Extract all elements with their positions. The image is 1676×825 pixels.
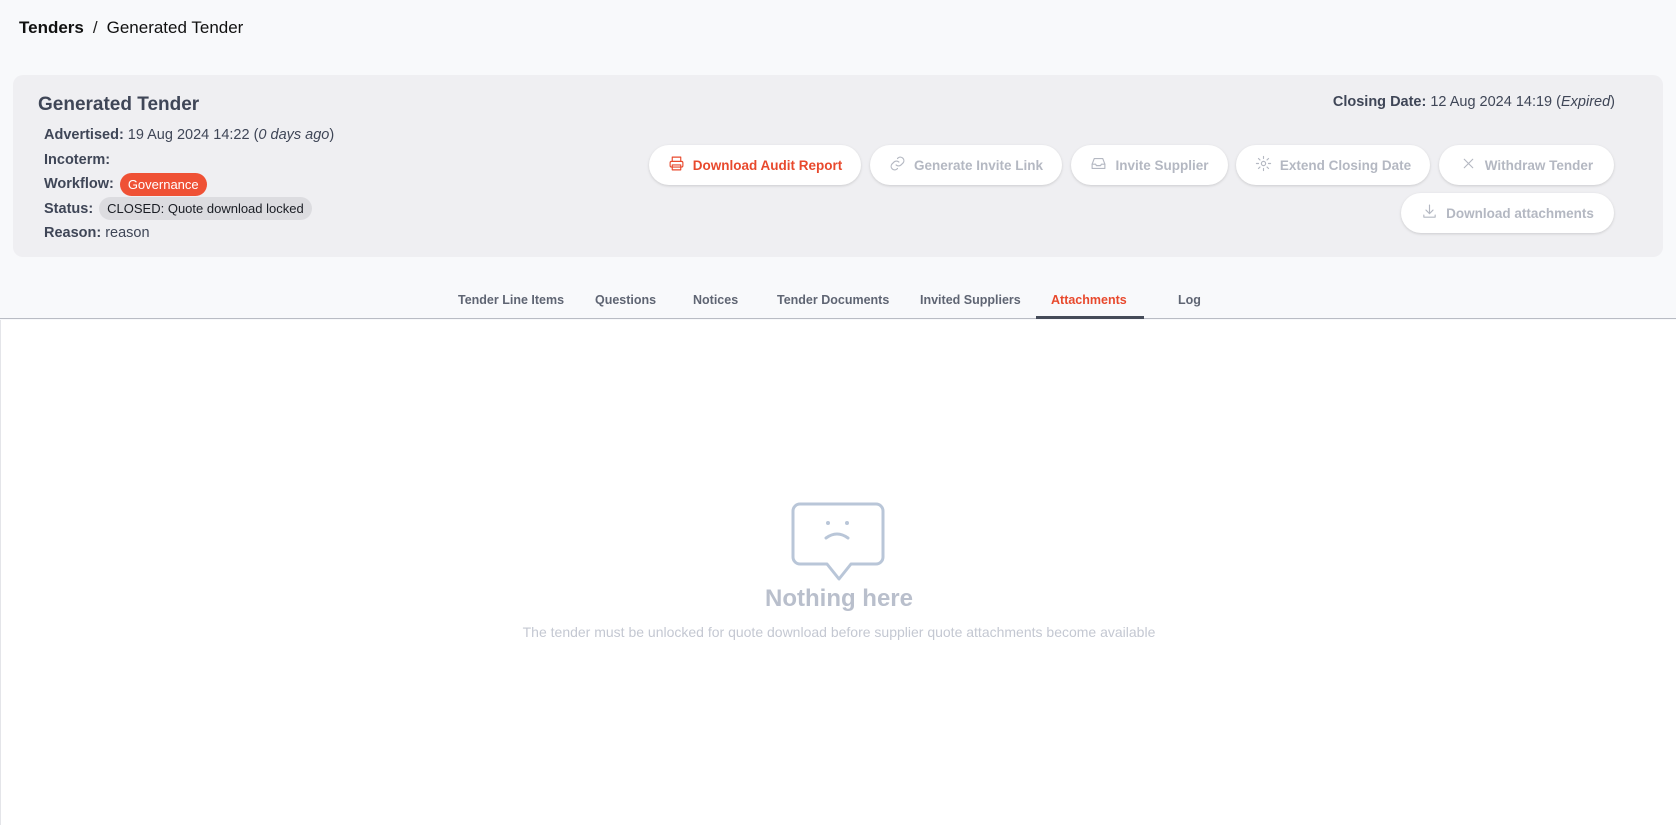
withdraw-tender-button[interactable]: Withdraw Tender (1439, 145, 1614, 185)
reason-value: reason (105, 225, 150, 242)
tender-meta: Advertised: 19 Aug 2024 14:22 (0 days ag… (44, 123, 334, 246)
download-attachments-button[interactable]: Download attachments (1401, 193, 1614, 233)
workflow-row: Workflow: Governance (44, 172, 334, 197)
gear-icon (1255, 155, 1272, 175)
invite-supplier-label: Invite Supplier (1115, 157, 1209, 173)
closing-date: Closing Date: 12 Aug 2024 14:19 (Expired… (1333, 94, 1615, 110)
breadcrumb-separator: / (92, 18, 98, 37)
incoterm-label: Incoterm: (44, 151, 111, 168)
workflow-badge: Governance (119, 172, 207, 196)
tab-log[interactable]: Log (1178, 293, 1201, 307)
generate-invite-link-button[interactable]: Generate Invite Link (870, 145, 1062, 185)
closing-date-expired: Expired (1560, 94, 1611, 110)
extend-closing-date-button[interactable]: Extend Closing Date (1236, 145, 1430, 185)
closing-date-close-paren: ) (1610, 94, 1615, 110)
download-icon (1421, 203, 1438, 223)
page-title: Generated Tender (38, 94, 200, 115)
sad-chat-bubble-icon (790, 501, 886, 581)
download-attachments-label: Download attachments (1446, 205, 1594, 221)
tab-tender-documents[interactable]: Tender Documents (777, 293, 889, 307)
empty-state-description: The tender must be unlocked for quote do… (522, 624, 1156, 640)
tab-notices[interactable]: Notices (693, 293, 738, 307)
invite-supplier-button[interactable]: Invite Supplier (1071, 145, 1228, 185)
reason-row: Reason: reason (44, 221, 334, 246)
tab-questions[interactable]: Questions (595, 293, 656, 307)
extend-closing-date-label: Extend Closing Date (1279, 157, 1412, 173)
tab-bar: Tender Line Items Questions Notices Tend… (0, 280, 1676, 319)
status-badge: CLOSED: Quote download locked (99, 197, 312, 221)
download-audit-report-button[interactable]: Download Audit Report (649, 145, 861, 185)
status-label: Status: (44, 200, 94, 217)
active-tab-indicator (1036, 316, 1144, 319)
reason-label: Reason: (44, 225, 102, 242)
generate-invite-link-label: Generate Invite Link (913, 157, 1044, 173)
closing-date-label: Closing Date: (1332, 94, 1427, 110)
withdraw-tender-label: Withdraw Tender (1484, 157, 1594, 173)
close-icon (1460, 155, 1477, 175)
breadcrumb-current: Generated Tender (106, 18, 244, 37)
workflow-label: Workflow: (44, 176, 114, 193)
empty-state-title: Nothing here (765, 585, 913, 612)
breadcrumb: Tenders / Generated Tender (19, 18, 243, 38)
tab-attachments[interactable]: Attachments (1051, 293, 1127, 307)
advertised-value: 19 Aug 2024 14:22 ( (127, 127, 259, 144)
advertised-label: Advertised: (44, 127, 124, 144)
inbox-icon (1090, 155, 1107, 175)
link-icon (889, 155, 906, 175)
incoterm-row: Incoterm: (44, 148, 334, 173)
closing-date-value: 12 Aug 2024 14:19 ( (1430, 94, 1561, 110)
attachments-panel: Nothing here The tender must be unlocked… (0, 320, 1676, 825)
advertised-row: Advertised: 19 Aug 2024 14:22 (0 days ag… (44, 123, 334, 148)
download-audit-report-label: Download Audit Report (692, 157, 843, 173)
status-row: Status: CLOSED: Quote download locked (44, 197, 334, 222)
tab-invited-suppliers[interactable]: Invited Suppliers (920, 293, 1021, 307)
tender-header-card: Generated Tender Advertised: 19 Aug 2024… (13, 75, 1663, 257)
printer-icon (668, 155, 685, 175)
advertised-ago: 0 days ago (258, 127, 330, 144)
advertised-close-paren: ) (329, 127, 335, 144)
breadcrumb-tenders-link[interactable]: Tenders (19, 18, 84, 38)
tab-tender-line-items[interactable]: Tender Line Items (458, 293, 564, 307)
